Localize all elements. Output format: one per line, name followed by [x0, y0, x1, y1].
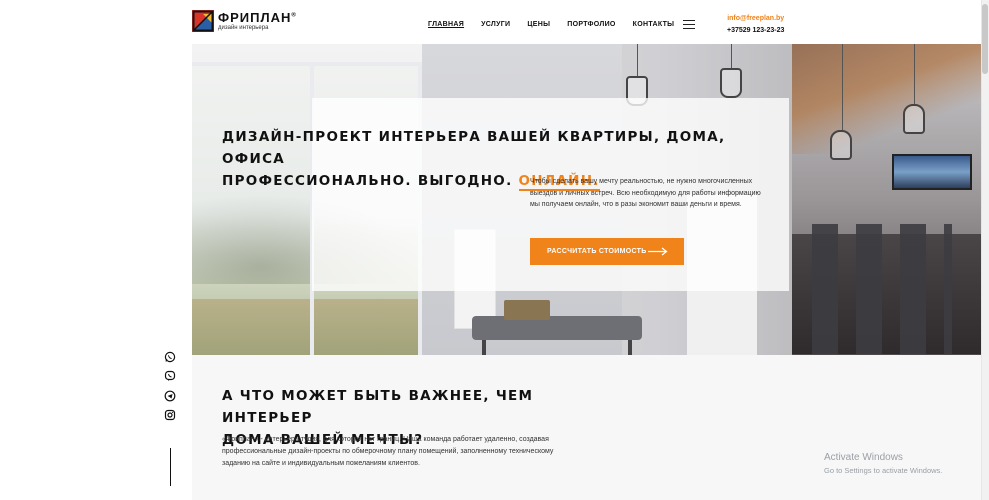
hero-description: Чтобы сделать вашу мечту реальностью, не… — [530, 178, 761, 208]
nav-item-portfolio[interactable]: ПОРТФОЛИО — [567, 21, 615, 28]
nav-item-services[interactable]: УСЛУГИ — [481, 21, 510, 28]
header-contacts: info@freeplan.by +37529 123-23-23 — [727, 15, 784, 34]
nav-item-home[interactable]: ГЛАВНАЯ — [428, 21, 464, 28]
nav-item-prices[interactable]: ЦЕНЫ — [527, 21, 550, 28]
social-rail — [0, 0, 192, 500]
calculate-cost-button[interactable]: РАССЧИТАТЬ СТОИМОСТЬ — [530, 238, 684, 265]
brand-tagline: дизайн интерьера — [218, 25, 269, 31]
site-header: ФРИПЛАН® дизайн интерьера ГЛАВНАЯ УСЛУГИ… — [192, 0, 981, 44]
about-text: «Фриплан» - интерьер-студия, для которой… — [222, 436, 554, 467]
hero-bench-image — [472, 316, 642, 340]
hero-tv-image — [892, 154, 972, 190]
pendant-lamp-image — [720, 68, 742, 98]
logo-mark-icon — [192, 10, 214, 32]
phone-link[interactable]: +37529 123-23-23 — [727, 27, 784, 34]
activate-windows-watermark: Activate Windows Go to Settings to activ… — [824, 452, 943, 475]
pendant-lamp-image — [830, 130, 852, 160]
telegram-icon[interactable] — [163, 389, 177, 403]
hero-section: ДИЗАЙН-ПРОЕКТ ИНТЕРЬЕРА ВАШЕЙ КВАРТИРЫ, … — [192, 44, 981, 355]
scrollbar-thumb[interactable] — [982, 4, 988, 74]
pendant-lamp-image — [903, 104, 925, 134]
calculate-cost-label: РАССЧИТАТЬ СТОИМОСТЬ — [547, 248, 647, 255]
brand-name: ФРИПЛАН® — [218, 10, 297, 25]
email-link[interactable]: info@freeplan.by — [727, 15, 784, 22]
viber-icon[interactable] — [163, 369, 177, 383]
arrow-right-icon — [648, 247, 668, 256]
page-scrollbar[interactable] — [981, 0, 989, 500]
main-nav: ГЛАВНАЯ УСЛУГИ ЦЕНЫ ПОРТФОЛИО КОНТАКТЫ — [428, 21, 691, 28]
hamburger-icon[interactable] — [683, 20, 695, 29]
whatsapp-icon[interactable] — [163, 350, 177, 364]
scroll-indicator-line — [170, 448, 171, 486]
nav-item-contacts[interactable]: КОНТАКТЫ — [633, 21, 675, 28]
logo[interactable]: ФРИПЛАН® дизайн интерьера — [192, 10, 297, 32]
instagram-icon[interactable] — [163, 408, 177, 422]
about-section: А ЧТО МОЖЕТ БЫТЬ ВАЖНЕЕ, ЧЕМ ИНТЕРЬЕР ДО… — [192, 355, 981, 500]
